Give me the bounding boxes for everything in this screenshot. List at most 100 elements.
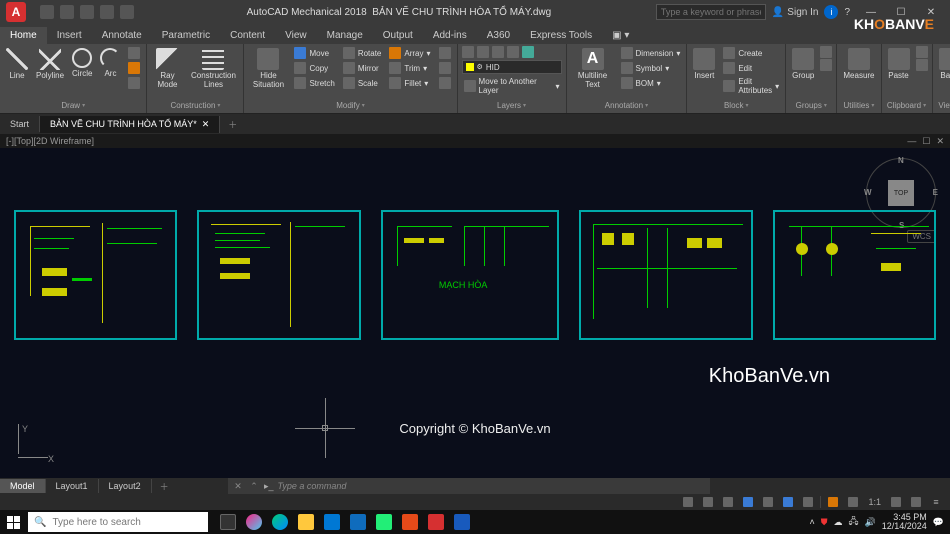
cut-icon[interactable]	[916, 46, 928, 58]
vp-min-icon[interactable]: —	[907, 136, 916, 147]
panel-label-annotation[interactable]: Annotation	[571, 100, 683, 111]
hide-button[interactable]: Hide Situation	[248, 46, 288, 91]
create-block[interactable]: Create	[721, 46, 781, 60]
mtext-button[interactable]: AMultiline Text	[571, 46, 615, 91]
tab-featured[interactable]: ▣ ▾	[602, 27, 639, 44]
copilot-icon[interactable]	[242, 510, 266, 534]
circle-button[interactable]: Circle	[70, 46, 94, 80]
panel-label-groups[interactable]: Groups	[790, 100, 832, 111]
layer-props-icon[interactable]	[462, 46, 474, 58]
status-annoscale-icon[interactable]	[845, 495, 861, 509]
vp-max-icon[interactable]: ☐	[922, 136, 930, 147]
office-icon[interactable]	[398, 510, 422, 534]
stretch-button[interactable]: Stretch	[292, 76, 336, 90]
rotate-button[interactable]: Rotate	[341, 46, 384, 60]
layer-combo[interactable]: ⚙HID	[462, 60, 562, 74]
tab-layout2[interactable]: Layout2	[99, 479, 152, 493]
tab-content[interactable]: Content	[220, 27, 275, 44]
copy-clip-icon[interactable]	[916, 59, 928, 71]
drawing-canvas[interactable]: TOP N S E W WCS MẠCH HÒA	[0, 148, 950, 478]
draw-more-1[interactable]	[126, 46, 142, 60]
autocad-task-icon[interactable]	[424, 510, 448, 534]
layer-off-icon[interactable]	[477, 46, 489, 58]
photos-icon[interactable]	[372, 510, 396, 534]
edit-attrs[interactable]: Edit Attributes ▾	[721, 76, 781, 96]
group-button[interactable]: Group	[790, 46, 816, 82]
arc-button[interactable]: Arc	[98, 46, 122, 80]
scale-button[interactable]: Scale	[341, 76, 384, 90]
viewport-label[interactable]: [-][Top][2D Wireframe]	[6, 136, 94, 146]
status-snap-icon[interactable]	[720, 495, 736, 509]
modify-ext1[interactable]	[437, 46, 453, 60]
draw-more-3[interactable]	[126, 76, 142, 90]
tray-volume-icon[interactable]: 🔊	[865, 517, 876, 528]
mirror-button[interactable]: Mirror	[341, 61, 384, 75]
dimension-button[interactable]: Dimension ▾	[619, 46, 683, 60]
status-lwt-icon[interactable]	[800, 495, 816, 509]
move-to-layer[interactable]: Move to Another Layer ▾	[462, 76, 562, 96]
command-line[interactable]: ✕ ⌃ ▸_ Type a command	[228, 478, 710, 494]
store-icon[interactable]	[320, 510, 344, 534]
layer-freeze-icon[interactable]	[492, 46, 504, 58]
viewcube-top-face[interactable]: TOP	[888, 180, 914, 206]
trim-button[interactable]: Trim ▾	[387, 61, 432, 75]
taskbar-search[interactable]: 🔍Type here to search	[28, 512, 208, 532]
status-workspace-icon[interactable]	[825, 495, 841, 509]
app-icon[interactable]: A	[6, 2, 26, 22]
tray-onedrive-icon[interactable]: ☁	[833, 517, 842, 528]
qat-redo-icon[interactable]	[120, 5, 134, 19]
status-grid-icon[interactable]	[700, 495, 716, 509]
status-model-toggle[interactable]	[680, 495, 696, 509]
qat-save-icon[interactable]	[80, 5, 94, 19]
sign-in-link[interactable]: 👤Sign In	[772, 7, 819, 18]
layer-color-icon[interactable]	[522, 46, 534, 58]
status-osnap-icon[interactable]	[780, 495, 796, 509]
tray-network-icon[interactable]: 🖧	[848, 514, 858, 530]
panel-label-draw[interactable]: Draw	[4, 100, 142, 111]
fillet-button[interactable]: Fillet ▾	[387, 76, 432, 90]
insert-block-button[interactable]: Insert	[691, 46, 717, 82]
status-scale[interactable]: 1:1	[865, 497, 884, 507]
qat-new-icon[interactable]	[40, 5, 54, 19]
line-button[interactable]: Line	[4, 46, 30, 82]
status-polar-icon[interactable]	[760, 495, 776, 509]
layer-lock-icon[interactable]	[507, 46, 519, 58]
tab-express[interactable]: Express Tools	[520, 27, 602, 44]
tab-layout1[interactable]: Layout1	[46, 479, 99, 493]
panel-label-layers[interactable]: Layers	[462, 100, 562, 111]
tray-shield-icon[interactable]: ⛊	[821, 517, 828, 528]
tray-chevron-icon[interactable]: ˄	[809, 517, 814, 527]
raymode-button[interactable]: Ray Mode	[151, 46, 183, 91]
panel-label-construction[interactable]: Construction	[151, 100, 239, 111]
tab-view[interactable]: View	[275, 27, 317, 44]
status-gear-icon[interactable]	[888, 495, 904, 509]
edit-block[interactable]: Edit	[721, 61, 781, 75]
copy-button[interactable]: Copy	[292, 61, 336, 75]
panel-label-clipboard[interactable]: Clipboard	[886, 100, 928, 111]
tab-addins[interactable]: Add-ins	[423, 27, 477, 44]
tab-parametric[interactable]: Parametric	[152, 27, 220, 44]
help-search-input[interactable]	[656, 4, 766, 20]
tab-annotate[interactable]: Annotate	[92, 27, 152, 44]
status-clean-icon[interactable]	[908, 495, 924, 509]
modify-ext3[interactable]	[437, 76, 453, 90]
tab-home[interactable]: Home	[0, 27, 47, 44]
tab-model[interactable]: Model	[0, 479, 46, 493]
help-icon[interactable]: ?	[844, 7, 850, 18]
word-icon[interactable]	[450, 510, 474, 534]
tray-notification-icon[interactable]: 💬	[933, 517, 944, 528]
status-custom-icon[interactable]: ≡	[928, 495, 944, 509]
cmd-recent-icon[interactable]: ⌃	[248, 480, 260, 492]
tab-output[interactable]: Output	[373, 27, 423, 44]
tray-clock[interactable]: 3:45 PM12/14/2024	[882, 513, 927, 531]
panel-label-modify[interactable]: Modify	[248, 100, 452, 111]
start-button[interactable]	[0, 510, 26, 534]
panel-label-block[interactable]: Block	[691, 100, 781, 111]
panel-label-view[interactable]: View	[937, 100, 950, 111]
tab-manage[interactable]: Manage	[317, 27, 373, 44]
polyline-button[interactable]: Polyline	[34, 46, 66, 82]
qat-open-icon[interactable]	[60, 5, 74, 19]
explorer-icon[interactable]	[294, 510, 318, 534]
mail-icon[interactable]	[346, 510, 370, 534]
conlines-button[interactable]: Construction Lines	[187, 46, 239, 91]
